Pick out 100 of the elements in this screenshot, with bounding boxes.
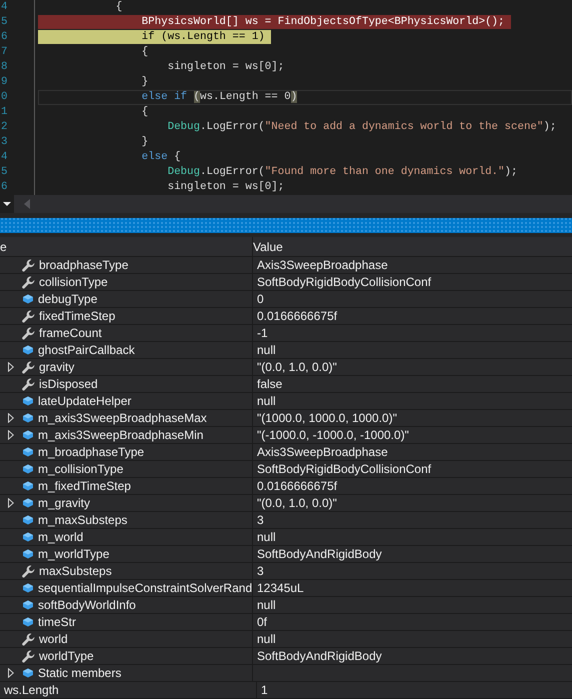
variable-name: softBodyWorldInfo: [38, 598, 136, 612]
variable-value: SoftBodyAndRigidBody: [257, 649, 382, 663]
code-line: }: [140, 75, 150, 89]
field-icon: [22, 515, 34, 525]
code-line: else if (ws.Length == 0): [140, 90, 298, 104]
line-number: 8: [1, 60, 8, 75]
field-icon: [22, 481, 34, 491]
variable-value: null: [257, 632, 276, 646]
variable-name: m_axis3SweepBroadphaseMin: [38, 428, 204, 442]
variable-value: 0.0166666675f: [257, 479, 338, 493]
variable-name: broadphaseType: [39, 258, 128, 272]
variable-name: world: [39, 632, 68, 646]
caret-icon: [3, 202, 11, 206]
variable-value: SoftBodyRigidBodyCollisionConf: [257, 275, 432, 289]
code-line: Debug.LogError("Need to add a dynamics world to the scene");: [166, 120, 558, 134]
field-icon: [22, 430, 34, 440]
wrench-icon: [22, 360, 35, 374]
field-icon: [22, 413, 34, 423]
expand-icon[interactable]: [8, 413, 14, 423]
line-number: 6: [1, 180, 8, 195]
variable-name: m_world: [38, 530, 84, 544]
variable-name: m_worldType: [38, 547, 110, 561]
variable-name: timeStr: [38, 615, 76, 629]
code-line: }: [140, 135, 150, 149]
line-number: 4: [1, 150, 8, 165]
column-header[interactable]: Value: [253, 237, 572, 256]
variable-value: 3: [257, 513, 264, 527]
field-icon: [22, 464, 34, 474]
variable-value: null: [257, 394, 276, 408]
code-line: else {: [140, 150, 182, 164]
variable-name: fixedTimeStep: [39, 309, 116, 323]
line-number: 7: [1, 45, 8, 60]
variable-value: Axis3SweepBroadphase: [257, 445, 388, 459]
variable-name: collisionType: [39, 275, 108, 289]
variable-name: debugType: [38, 292, 98, 306]
variable-value: SoftBodyRigidBodyCollisionConf: [257, 462, 432, 476]
field-icon: [22, 600, 34, 610]
variable-name: sequentialImpulseConstraintSolverRand: [38, 581, 252, 595]
variable-value: 1: [261, 683, 268, 697]
variable-value: "(-1000.0, -1000.0, -1000.0)": [257, 428, 409, 442]
variable-value: SoftBodyAndRigidBody: [257, 547, 382, 561]
variable-value: "(0.0, 1.0, 0.0)": [257, 496, 337, 510]
expand-icon[interactable]: [8, 362, 14, 372]
field-icon: [22, 549, 34, 559]
wrench-icon: [22, 310, 35, 322]
variable-name: lateUpdateHelper: [38, 394, 132, 408]
variable-value: -1: [257, 326, 268, 340]
variable-value: null: [257, 598, 276, 612]
field-icon: [22, 345, 34, 355]
variable-value: Axis3SweepBroadphase: [257, 258, 388, 272]
field-icon: [22, 668, 34, 678]
variable-name: gravity: [39, 360, 74, 374]
variable-name: m_collisionType: [38, 462, 124, 476]
variable-value: 0f: [257, 615, 268, 629]
code-line: singleton = ws[0];: [166, 60, 286, 74]
wrench-icon: [22, 632, 35, 646]
variable-value: 12345uL: [257, 581, 304, 595]
code-line: {: [114, 0, 124, 14]
variable-value: false: [257, 377, 282, 391]
line-number: 1: [1, 105, 8, 120]
variable-name: ws.Length: [4, 683, 59, 697]
line-number: 9: [1, 75, 8, 90]
code-line: {: [140, 45, 150, 59]
variable-value: "(1000.0, 1000.0, 1000.0)": [257, 411, 397, 425]
variable-value: 0.0166666675f: [257, 309, 338, 323]
expand-icon[interactable]: [8, 430, 14, 440]
variable-name: m_fixedTimeStep: [38, 479, 131, 493]
wrench-icon: [22, 564, 35, 578]
wrench-icon: [22, 650, 35, 662]
line-number: 4: [1, 0, 8, 15]
variable-name: m_gravity: [38, 496, 90, 510]
wrench-icon: [22, 378, 35, 390]
field-icon: [22, 532, 34, 542]
dropdown-button[interactable]: [0, 195, 14, 213]
line-number: 5: [1, 15, 8, 30]
variable-name: isDisposed: [39, 377, 98, 391]
variable-value: 0: [257, 292, 264, 306]
variable-name: Static members: [38, 666, 122, 680]
line-number: 5: [1, 165, 8, 180]
wrench-icon: [22, 326, 35, 340]
code-line: {: [140, 105, 150, 119]
wrench-icon: [22, 276, 35, 288]
column-header[interactable]: e: [0, 237, 253, 256]
variable-name: m_maxSubsteps: [38, 513, 128, 527]
field-icon: [22, 583, 34, 593]
variable-name: m_broadphaseType: [38, 445, 144, 459]
field-icon: [22, 617, 34, 627]
field-icon: [22, 396, 34, 406]
line-number: 0: [1, 90, 8, 105]
variable-name: frameCount: [39, 326, 102, 340]
variable-name: worldType: [39, 649, 94, 663]
field-icon: [22, 294, 34, 304]
variable-value: "(0.0, 1.0, 0.0)": [257, 360, 337, 374]
wrench-icon: [22, 258, 35, 272]
code-line: singleton = ws[0];: [166, 180, 286, 194]
expand-icon[interactable]: [8, 498, 14, 508]
variable-name: maxSubsteps: [39, 564, 112, 578]
expand-icon[interactable]: [8, 668, 14, 678]
variable-value: null: [257, 343, 276, 357]
field-icon: [22, 447, 34, 457]
